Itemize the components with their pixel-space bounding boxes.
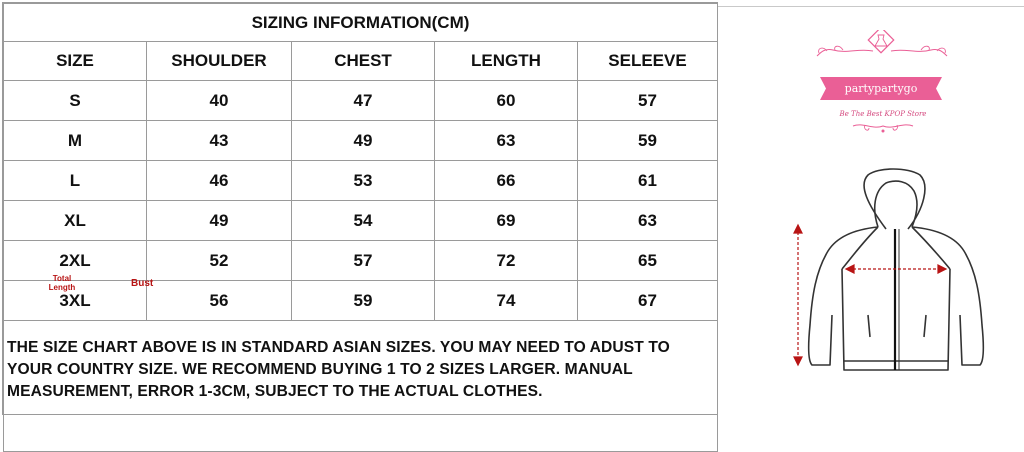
table-row: M 43 49 63 59	[3, 120, 718, 161]
cell-chest: 53	[291, 160, 435, 201]
header-length: LENGTH	[434, 41, 578, 81]
table-row: S 40 47 60 57	[3, 80, 718, 121]
divider	[718, 6, 1024, 7]
cell-shoulder: 40	[146, 80, 292, 121]
header-shoulder: SHOULDER	[146, 41, 292, 81]
cell-length: 66	[434, 160, 578, 201]
cell-length: 63	[434, 120, 578, 161]
cell-size: L	[3, 160, 147, 201]
size-chart-table: SIZING INFORMATION(CM) SIZE SHOULDER CHE…	[2, 2, 718, 452]
cell-sleeve: 65	[577, 240, 718, 281]
cell-chest: 59	[291, 280, 435, 321]
cell-chest: 54	[291, 200, 435, 241]
right-panel: partypartygo Be The Best KPOP Store	[718, 0, 1024, 417]
hoodie-diagram-icon	[793, 168, 985, 371]
table-row: 2XL 52 57 72 65	[3, 240, 718, 281]
table-row: L 46 53 66 61	[3, 160, 718, 201]
store-tagline: Be The Best KPOP Store	[839, 110, 927, 118]
cell-sleeve: 59	[577, 120, 718, 161]
cell-size: XL	[3, 200, 147, 241]
bust-label: Bust	[131, 278, 154, 289]
header-chest: CHEST	[291, 41, 435, 81]
cell-length: 69	[434, 200, 578, 241]
store-logo: partypartygo Be The Best KPOP Store	[803, 26, 963, 140]
header-sleeve: SELEEVE	[577, 41, 718, 81]
cell-shoulder: 46	[146, 160, 292, 201]
size-note: THE SIZE CHART ABOVE IS IN STANDARD ASIA…	[3, 320, 718, 452]
cell-sleeve: 63	[577, 200, 718, 241]
header-size: SIZE	[3, 41, 147, 81]
cell-sleeve: 67	[577, 280, 718, 321]
cell-shoulder: 43	[146, 120, 292, 161]
cell-shoulder: 56	[146, 280, 292, 321]
cell-sleeve: 57	[577, 80, 718, 121]
cell-chest: 47	[291, 80, 435, 121]
cell-sleeve: 61	[577, 160, 718, 201]
total-length-label: Total Length	[48, 274, 76, 292]
cell-shoulder: 52	[146, 240, 292, 281]
cell-length: 74	[434, 280, 578, 321]
header-row: SIZE SHOULDER CHEST LENGTH SELEEVE	[3, 41, 718, 81]
cell-chest: 49	[291, 120, 435, 161]
table-title: SIZING INFORMATION(CM)	[3, 3, 718, 42]
cell-length: 60	[434, 80, 578, 121]
cell-length: 72	[434, 240, 578, 281]
table-row: 3XL 56 59 74 67	[3, 280, 718, 321]
cell-size: S	[3, 80, 147, 121]
store-name: partypartygo	[844, 82, 918, 95]
cell-size: M	[3, 120, 147, 161]
cell-chest: 57	[291, 240, 435, 281]
cell-shoulder: 49	[146, 200, 292, 241]
table-row: XL 49 54 69 63	[3, 200, 718, 241]
